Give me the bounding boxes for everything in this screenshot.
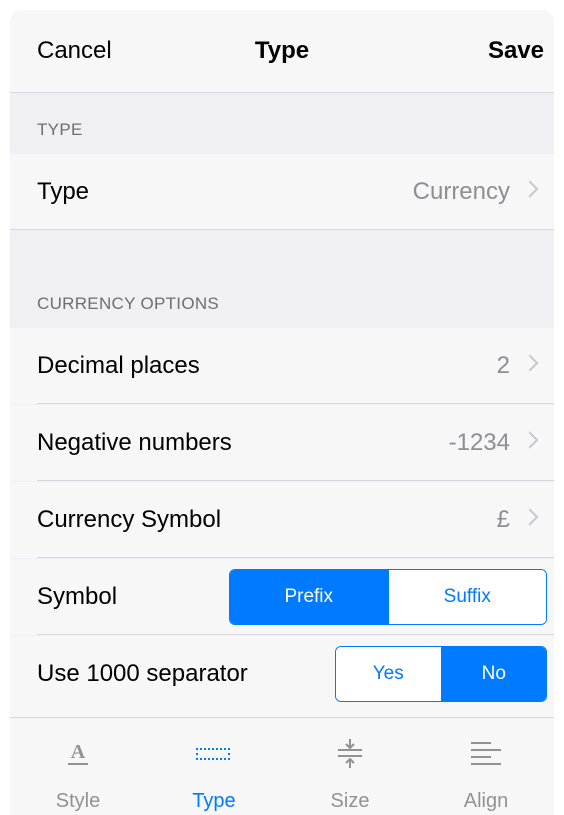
tab-style-label: Style: [55, 790, 101, 812]
divider: [10, 229, 554, 230]
style-icon: A: [66, 738, 90, 773]
section-header-currency: CURRENCY OPTIONS: [10, 231, 554, 328]
type-icon: [194, 738, 234, 773]
yes-segment[interactable]: Yes: [336, 647, 441, 701]
type-row[interactable]: Type Currency: [10, 154, 554, 230]
divider: [37, 403, 554, 404]
section-header-label: TYPE: [37, 120, 83, 139]
negative-numbers-label: Negative numbers: [37, 429, 232, 456]
tab-size-label: Size: [330, 790, 370, 812]
decimal-places-label: Decimal places: [37, 352, 200, 379]
suffix-segment[interactable]: Suffix: [387, 570, 546, 624]
prefix-segment[interactable]: Prefix: [230, 570, 388, 624]
type-value: Currency: [412, 178, 510, 205]
navigation-bar: Cancel Type Save: [10, 10, 554, 93]
symbol-position-label: Symbol: [37, 583, 118, 610]
tab-align[interactable]: Align: [418, 718, 554, 815]
chevron-right-icon: [521, 508, 539, 526]
tab-type-label: Type: [192, 790, 236, 812]
negative-numbers-row[interactable]: Negative numbers -1234: [10, 405, 554, 481]
symbol-position-segmented-control: Prefix Suffix: [229, 569, 547, 625]
tab-align-label: Align: [463, 790, 509, 812]
page-title: Type: [254, 37, 310, 64]
negative-numbers-value: -1234: [448, 429, 510, 456]
align-icon: [469, 738, 503, 773]
currency-symbol-row[interactable]: Currency Symbol £: [10, 482, 554, 558]
currency-symbol-label: Currency Symbol: [37, 506, 222, 533]
divider: [37, 480, 554, 481]
decimal-places-row[interactable]: Decimal places 2: [10, 328, 554, 404]
no-segment[interactable]: No: [440, 647, 546, 701]
tab-style[interactable]: A Style: [10, 718, 146, 815]
thousand-separator-row: Use 1000 separator Yes No: [10, 636, 554, 717]
svg-text:A: A: [71, 741, 86, 763]
thousand-separator-label: Use 1000 separator: [37, 660, 248, 687]
currency-symbol-value: £: [496, 506, 510, 533]
chevron-right-icon: [521, 431, 539, 449]
tab-type[interactable]: Type: [146, 718, 282, 815]
divider: [37, 557, 554, 558]
divider: [37, 634, 554, 635]
save-button[interactable]: Save: [488, 37, 544, 65]
type-label: Type: [37, 178, 90, 205]
chevron-right-icon: [521, 180, 539, 198]
thousand-separator-segmented-control: Yes No: [335, 646, 547, 702]
chevron-right-icon: [521, 354, 539, 372]
tab-size[interactable]: Size: [282, 718, 418, 815]
type-settings-panel: Cancel Type Save TYPE Type Currency CURR…: [10, 10, 554, 815]
section-header-type: TYPE: [10, 93, 554, 154]
tab-bar: A Style Type Size Align: [10, 717, 554, 815]
size-icon: [335, 738, 365, 777]
symbol-position-row: Symbol Prefix Suffix: [10, 559, 554, 635]
section-header-label: CURRENCY OPTIONS: [37, 294, 220, 313]
decimal-places-value: 2: [496, 352, 510, 379]
